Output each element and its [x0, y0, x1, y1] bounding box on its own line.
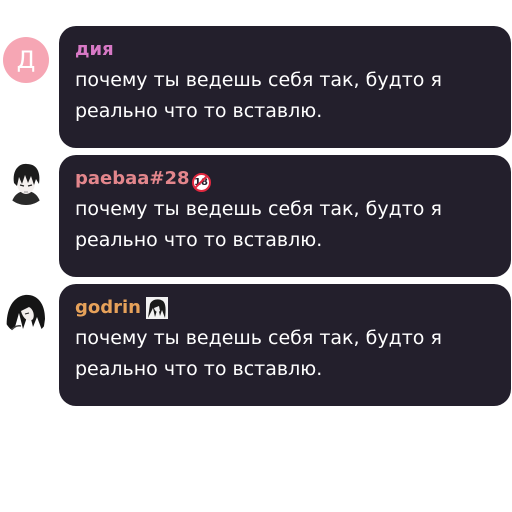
- username-row: paebaa#28 18: [75, 165, 497, 193]
- message-text: почему ты ведешь себя так, будто я реаль…: [75, 198, 442, 251]
- message-text: почему ты ведешь себя так, будто я реаль…: [75, 327, 442, 380]
- user-avatar[interactable]: Д: [3, 37, 49, 83]
- message-bubble: godrin почему ты ведешь себя так, будто …: [59, 284, 511, 406]
- message-bubble: дия почему ты ведешь себя так, будто я р…: [59, 26, 511, 148]
- username[interactable]: дия: [75, 37, 114, 63]
- username-row: дия: [75, 36, 497, 64]
- username-row: godrin: [75, 294, 497, 322]
- chat-feed: Д дия почему ты ведешь себя так, будто я…: [0, 0, 512, 512]
- username[interactable]: godrin: [75, 295, 141, 321]
- anime-girl-avatar-icon: [3, 289, 49, 335]
- message-bubble: paebaa#28 18 почему ты ведешь себя так, …: [59, 155, 511, 277]
- message-text: почему ты ведешь себя так, будто я реаль…: [75, 69, 442, 122]
- age-restricted-badge-icon: 18: [191, 172, 211, 192]
- user-avatar[interactable]: [3, 289, 49, 335]
- user-avatar[interactable]: [3, 159, 49, 205]
- username[interactable]: paebaa#28: [75, 166, 190, 192]
- anime-boy-avatar-icon: [3, 159, 49, 205]
- manga-sticker-icon: [146, 297, 168, 319]
